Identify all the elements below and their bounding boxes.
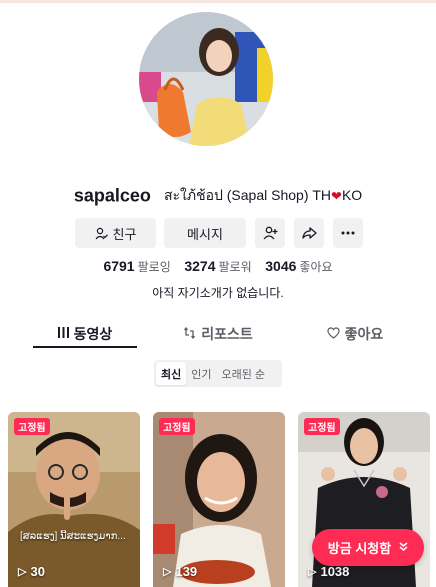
video-thumbnail [153,412,285,587]
video-thumbnail [8,412,140,587]
pinned-badge: 고정됨 [14,418,50,435]
person-plus-icon [263,226,278,240]
chevron-down-double-icon [399,541,408,554]
view-count-value: 139 [175,564,198,579]
heart-outline-icon [327,326,340,342]
repost-icon [183,326,196,342]
tab-videos-label: 동영상 [73,326,113,342]
sort-option-latest[interactable]: 최신 [156,362,187,385]
view-count-value: 1038 [320,564,350,579]
nickname: สะใภ้ช้อป (Sapal Shop) TH❤KO [164,187,362,203]
following-count[interactable]: 6791 [103,258,134,274]
active-tab-indicator [33,346,137,348]
more-button[interactable] [333,218,363,248]
video-card[interactable]: 고정됨 ▷ 139 [153,412,285,587]
sort-option-popular[interactable]: 인기 [186,362,216,385]
message-button-label: 메시지 [187,226,223,242]
view-count: ▷ 1038 [308,564,349,579]
followers-label[interactable]: 팔로워 [219,260,252,274]
tab-videos[interactable]: 동영상 [33,320,137,348]
view-count-value: 30 [30,564,45,579]
pinned-badge: 고정됨 [304,418,340,435]
tab-reposts[interactable]: 리포스트 [166,320,270,348]
tab-liked-label: 좋아요 [344,326,384,342]
username: sapalceo [73,185,151,206]
play-icon: ▷ [308,566,317,578]
view-count: ▷ 139 [163,564,197,579]
add-friend-button[interactable] [255,218,285,248]
tab-reposts-label: 리포스트 [201,326,253,342]
play-icon: ▷ [18,566,27,578]
share-button[interactable] [294,218,324,248]
nickname-text: สะใภ้ช้อป (Sapal Shop) TH [163,187,332,203]
message-button[interactable]: 메시지 [164,218,246,248]
likes-count: 3046 [265,258,297,274]
watch-now-button[interactable]: 방금 시청함 [312,529,424,566]
top-divider [0,0,436,3]
name-row: sapalceo สะใภ้ช้อป (Sapal Shop) TH❤KO [0,185,436,207]
share-arrow-icon [301,226,317,240]
profile-bio: 아직 자기소개가 없습니다. [152,286,284,300]
more-dots-icon [341,231,355,235]
profile-stats: 6791 팔로잉 3274 팔로워 3046 좋아요 [0,258,436,275]
view-count: ▷ 30 [18,564,45,579]
grid-icon [57,327,69,341]
watch-now-label: 방금 시청함 [327,541,392,556]
video-card[interactable]: 고정됨 [ສລແຮງ] ນີ້ສະແຮງມາກ... ▷ 30 [8,412,140,587]
profile-avatar[interactable] [139,12,273,146]
sort-control: 최신 인기 오래된 순 [154,360,282,387]
sort-option-oldest[interactable]: 오래된 순 [217,362,271,385]
heart-icon: ❤ [331,188,342,204]
following-label[interactable]: 팔로잉 [138,260,171,274]
friends-button[interactable]: 친구 [75,218,156,248]
nickname-suffix: KO [341,187,363,203]
pinned-badge: 고정됨 [159,418,195,435]
person-check-icon [95,227,108,240]
followers-count[interactable]: 3274 [184,258,215,274]
friends-button-label: 친구 [112,226,137,242]
play-icon: ▷ [163,566,172,578]
tab-liked[interactable]: 좋아요 [303,320,407,348]
likes-label: 좋아요 [299,260,333,274]
video-caption: [ສລແຮງ] ນີ້ສະແຮງມາກ... [20,531,126,542]
